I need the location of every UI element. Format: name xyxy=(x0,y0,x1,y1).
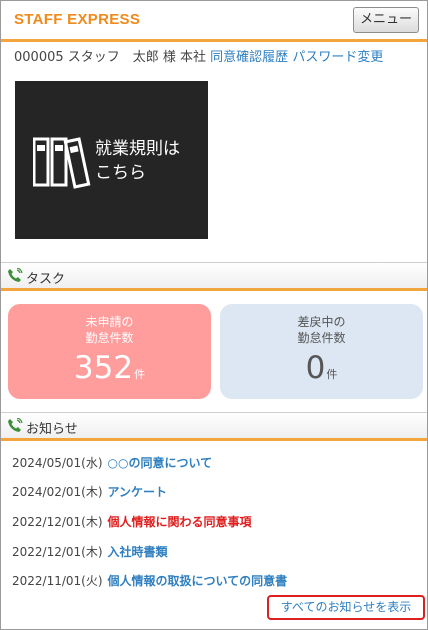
work-rules-banner[interactable]: 就業規則は こちら xyxy=(15,81,208,239)
show-all-notices-link[interactable]: すべてのお知らせを表示 xyxy=(267,595,425,620)
banner-text: 就業規則は こちら xyxy=(95,139,180,183)
notice-section-title: お知らせ xyxy=(26,422,78,437)
unapplied-count: 352 xyxy=(73,350,134,386)
returned-label: 差戻中の 勤怠件数 xyxy=(297,315,346,345)
notice-title-link[interactable]: 個人情報に関わる同意事項 xyxy=(108,515,252,529)
unapplied-count-row: 352件 xyxy=(8,350,211,393)
task-section-title: タスク xyxy=(26,272,66,287)
user-info-bar: 000005 スタッフ 太郎 様 本社 同意確認履歴 パスワード変更 xyxy=(14,46,383,65)
notice-title-link[interactable]: 個人情報の取扱についての同意書 xyxy=(108,574,288,588)
notice-date: 2022/11/01(火) xyxy=(12,574,103,588)
brand-logo[interactable]: STAFF EXPRESS xyxy=(14,11,140,28)
notice-date: 2024/05/01(水) xyxy=(12,456,103,470)
notice-item: 2024/02/01(木) アンケート xyxy=(12,483,167,500)
menu-button[interactable]: メニュー xyxy=(353,7,419,33)
unapplied-unit: 件 xyxy=(134,368,146,381)
binders-icon xyxy=(33,137,91,189)
notice-title-link[interactable]: ○○の同意について xyxy=(108,456,213,470)
app-frame: STAFF EXPRESS メニュー 000005 スタッフ 太郎 様 本社 同… xyxy=(0,0,428,630)
notice-date: 2024/02/01(木) xyxy=(12,485,103,499)
returned-count: 0 xyxy=(305,350,326,386)
phone-icon xyxy=(8,418,23,432)
header: STAFF EXPRESS メニュー xyxy=(1,1,427,42)
password-change-link[interactable]: パスワード変更 xyxy=(292,50,383,65)
notice-item: 2022/12/01(木) 入社時書類 xyxy=(12,543,168,560)
consent-history-link[interactable]: 同意確認履歴 xyxy=(210,50,288,65)
unapplied-attendance-card[interactable]: 未申請の 勤怠件数 352件 xyxy=(8,304,211,399)
notice-date: 2022/12/01(木) xyxy=(12,515,103,529)
notice-date: 2022/12/01(木) xyxy=(12,545,103,559)
notice-item: 2024/05/01(水) ○○の同意について xyxy=(12,454,212,471)
returned-attendance-card[interactable]: 差戻中の 勤怠件数 0件 xyxy=(220,304,423,399)
user-info-text: 000005 スタッフ 太郎 様 本社 xyxy=(14,50,207,65)
notice-title-link[interactable]: 入社時書類 xyxy=(108,545,168,559)
phone-icon xyxy=(8,268,23,282)
returned-unit: 件 xyxy=(326,368,338,381)
notice-item: 2022/12/01(木) 個人情報に関わる同意事項 xyxy=(12,513,252,530)
returned-count-row: 0件 xyxy=(220,350,423,393)
notice-title-link[interactable]: アンケート xyxy=(108,485,168,499)
unapplied-label: 未申請の 勤怠件数 xyxy=(85,315,134,345)
task-section-header: タスク xyxy=(1,262,427,291)
notice-section-header: お知らせ xyxy=(1,412,427,441)
notice-item: 2022/11/01(火) 個人情報の取扱についての同意書 xyxy=(12,572,287,589)
